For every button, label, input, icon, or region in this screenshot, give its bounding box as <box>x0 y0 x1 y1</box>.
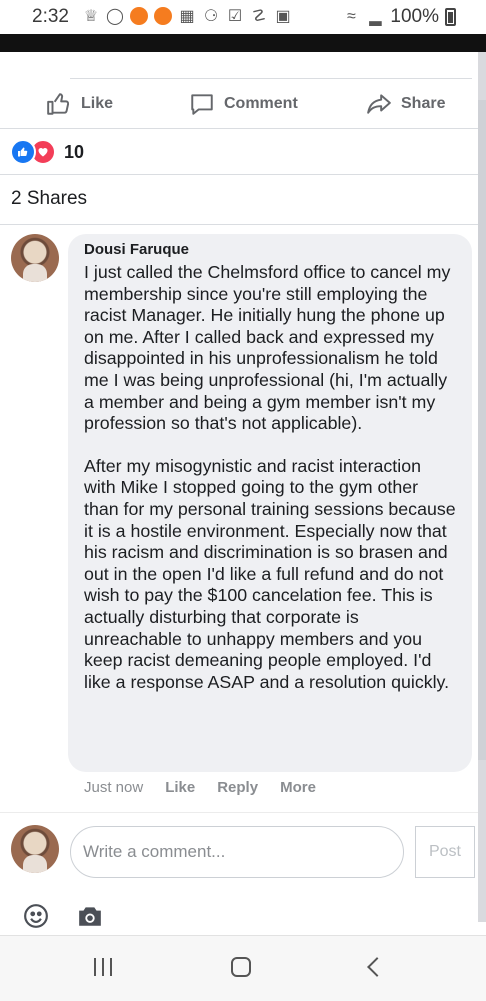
snapchat-icon: ♕ <box>83 8 99 25</box>
wifi-icon: ≈ <box>347 8 356 25</box>
user-avatar <box>11 825 59 873</box>
status-system-icons: ≈ ▂ 100% <box>342 6 456 28</box>
share-label: Share <box>401 95 446 112</box>
battery-percent: 100% <box>390 6 439 27</box>
notification-dot-icon <box>154 7 172 25</box>
recent-apps-icon[interactable] <box>94 958 112 976</box>
status-bar: 2:32 ♕ ◯ ▦ ⚆ ☑ ☡ ▣ ≈ ▂ 100% <box>0 0 486 34</box>
comment-bubble: Dousi Faruque I just called the Chelmsfo… <box>68 234 472 772</box>
thumbs-up-icon <box>47 93 70 115</box>
usb-icon: ☡ <box>251 8 267 25</box>
voicemail-icon: ◯ <box>106 8 124 25</box>
home-icon[interactable] <box>231 957 251 977</box>
reactions-summary[interactable]: 10 <box>10 139 84 165</box>
divider <box>70 78 472 79</box>
camera-button[interactable] <box>77 903 103 929</box>
activity-icon: ⚆ <box>203 8 219 25</box>
system-nav-bar <box>0 935 486 1001</box>
divider <box>0 174 478 175</box>
shares-count[interactable]: 2 Shares <box>11 188 87 210</box>
status-time: 2:32 <box>32 6 69 27</box>
battery-icon <box>445 8 456 26</box>
image-icon: ▣ <box>275 8 291 25</box>
post-action-bar: Like Comment Share <box>0 80 478 130</box>
comment-timestamp: Just now <box>84 779 144 796</box>
divider <box>0 812 478 813</box>
camera-icon <box>79 907 101 926</box>
notification-dot-icon <box>130 7 148 25</box>
comment-input[interactable] <box>70 826 404 878</box>
comment-bubble-icon <box>191 94 213 115</box>
like-button[interactable]: Like <box>46 91 113 117</box>
divider <box>0 128 478 129</box>
signal-icon: ▂ <box>369 9 382 26</box>
smiley-icon <box>24 904 48 928</box>
comment-author[interactable]: Dousi Faruque <box>84 241 456 258</box>
comment-reply-button[interactable]: Reply <box>217 779 258 796</box>
comment-text: I just called the Chelmsford office to c… <box>84 262 451 434</box>
share-arrow-icon <box>367 94 391 114</box>
like-label: Like <box>81 95 114 112</box>
share-button[interactable]: Share <box>366 91 445 117</box>
checkbox-icon: ☑ <box>227 8 243 25</box>
emoji-button[interactable] <box>23 903 49 929</box>
divider <box>0 224 478 225</box>
comment-label: Comment <box>224 95 298 112</box>
app-header-strip <box>0 34 486 52</box>
commenter-avatar[interactable] <box>11 234 59 282</box>
like-reaction-icon <box>10 139 36 165</box>
post-button[interactable]: Post <box>415 826 475 878</box>
reaction-count: 10 <box>64 141 85 162</box>
news-icon: ▦ <box>179 8 195 25</box>
comment-meta: Just now Like Reply More <box>84 779 316 796</box>
comment-more-button[interactable]: More <box>280 779 316 796</box>
comment-text: After my misogynistic and racist interac… <box>84 455 456 692</box>
status-notification-icons: ♕ ◯ ▦ ⚆ ☑ ☡ ▣ <box>82 6 292 26</box>
comment-button[interactable]: Comment <box>189 91 298 117</box>
back-icon[interactable] <box>367 957 387 977</box>
scrollbar[interactable] <box>478 100 486 760</box>
comment-like-button[interactable]: Like <box>165 779 195 796</box>
